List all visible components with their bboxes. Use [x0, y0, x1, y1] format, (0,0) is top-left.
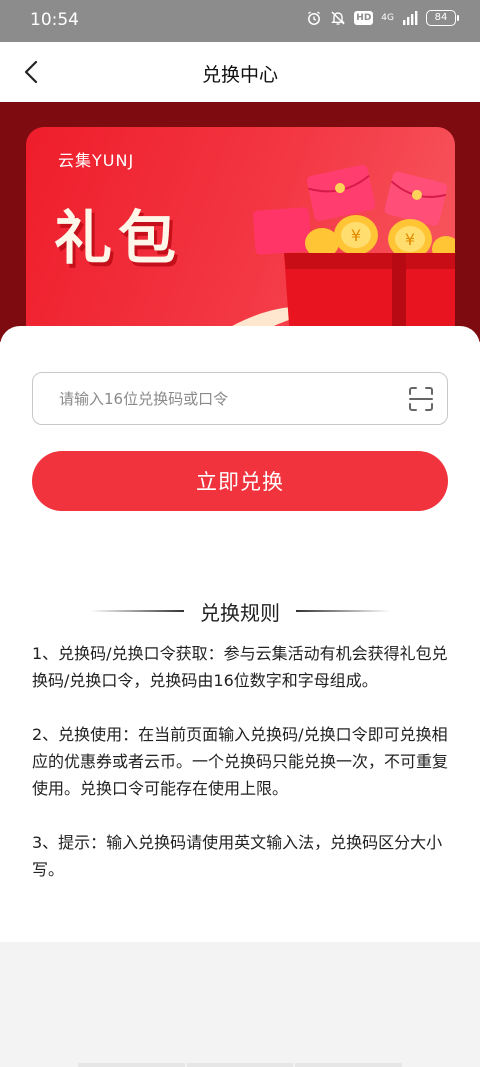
alarm-icon — [308, 11, 321, 25]
redeem-panel: 立即兑换 兑换规则 1、兑换码/兑换口令获取：参与云集活动有机会获得礼包兑换码/… — [0, 326, 480, 942]
rules-divider-left — [90, 610, 184, 612]
network-type: 4G — [381, 13, 394, 23]
brand-logo: 云集YUNJ — [58, 151, 135, 170]
page-title: 兑换中心 — [201, 64, 278, 86]
rules-list: 1、兑换码/兑换口令获取：参与云集活动有机会获得礼包兑换码/兑换口令，兑换码由1… — [32, 640, 452, 910]
code-input[interactable] — [33, 373, 395, 424]
banner-headline: 礼包 — [54, 204, 183, 272]
rule-item: 1、兑换码/兑换口令获取：参与云集活动有机会获得礼包兑换码/兑换口令，兑换码由1… — [32, 644, 448, 690]
svg-text:¥: ¥ — [351, 226, 361, 245]
scan-icon — [409, 386, 433, 411]
rules-header: 兑换规则 — [0, 596, 480, 626]
rules-title: 兑换规则 — [200, 600, 280, 625]
status-time: 10:54 — [30, 10, 79, 30]
status-icons: HD 4G 84 — [306, 10, 459, 26]
hd-icon: HD — [354, 11, 374, 25]
signal-icon — [403, 11, 418, 25]
svg-text:¥: ¥ — [405, 230, 415, 249]
nav-bar: 兑换中心 — [0, 42, 480, 102]
gesture-bar — [78, 1063, 403, 1067]
code-input-box — [32, 372, 448, 425]
rule-item: 3、提示：输入兑换码请使用英文输入法，兑换码区分大小写。 — [32, 833, 443, 879]
bell-muted-icon — [331, 11, 346, 25]
battery-icon: 84 — [426, 10, 459, 26]
status-bar: 10:54 HD 4G 84 — [0, 0, 480, 42]
rule-item: 2、兑换使用：在当前页面输入兑换码/兑换口令即可兑换相应的优惠券或者云币。一个兑… — [32, 725, 449, 798]
gift-box-illustration: ¥ ¥ — [206, 164, 455, 342]
scan-button[interactable] — [395, 373, 447, 424]
bottom-area — [0, 942, 480, 1067]
redeem-now-button[interactable]: 立即兑换 — [32, 451, 448, 511]
rules-divider-right — [296, 610, 390, 612]
gift-card-banner: 云集YUNJ 礼包 ¥ ¥ — [26, 127, 455, 342]
hero-banner: 云集YUNJ 礼包 ¥ ¥ — [0, 102, 480, 342]
